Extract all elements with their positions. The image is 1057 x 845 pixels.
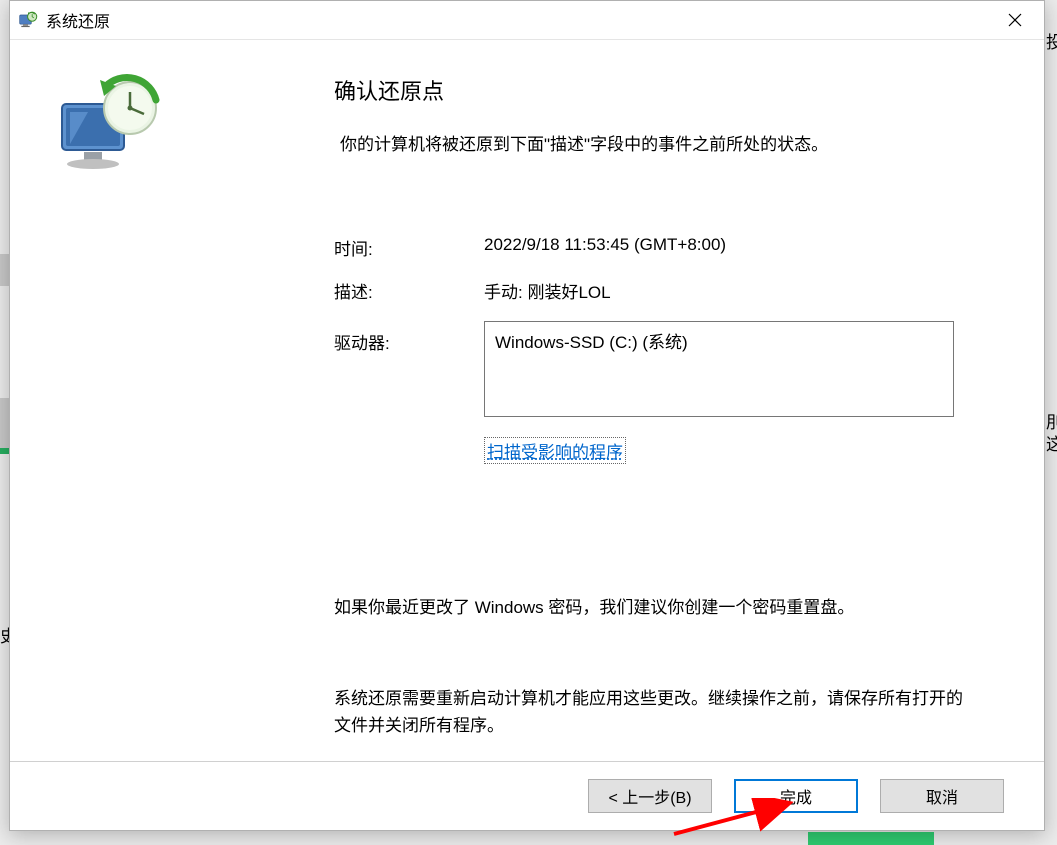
restart-warning-text: 系统还原需要重新启动计算机才能应用这些更改。继续操作之前，请保存所有打开的文件并… bbox=[334, 685, 988, 739]
time-value: 2022/9/18 11:53:45 (GMT+8:00) bbox=[484, 235, 988, 260]
wizard-content: 确认还原点 你的计算机将被还原到下面"描述"字段中的事件之前所处的状态。 时间:… bbox=[206, 40, 1044, 761]
page-intro-text: 你的计算机将被还原到下面"描述"字段中的事件之前所处的状态。 bbox=[334, 130, 988, 155]
password-hint-text: 如果你最近更改了 Windows 密码，我们建议你创建一个密码重置盘。 bbox=[334, 594, 988, 621]
restore-illustration-icon bbox=[48, 70, 168, 190]
wizard-footer: < 上一步(B) 完成 取消 bbox=[10, 761, 1044, 830]
page-heading: 确认还原点 bbox=[334, 74, 988, 106]
description-label: 描述: bbox=[334, 278, 484, 303]
system-restore-icon bbox=[18, 10, 38, 30]
titlebar: 系统还原 bbox=[10, 1, 1044, 40]
window-title: 系统还原 bbox=[46, 8, 992, 32]
drive-item[interactable]: Windows-SSD (C:) (系统) bbox=[495, 328, 943, 353]
wizard-sidebar bbox=[10, 40, 206, 761]
finish-button[interactable]: 完成 bbox=[734, 779, 858, 813]
cancel-button[interactable]: 取消 bbox=[880, 779, 1004, 813]
drives-listbox[interactable]: Windows-SSD (C:) (系统) bbox=[484, 321, 954, 417]
description-value: 手动: 刚装好LOL bbox=[484, 278, 988, 303]
back-button[interactable]: < 上一步(B) bbox=[588, 779, 712, 813]
close-button[interactable] bbox=[992, 4, 1038, 36]
drives-label: 驱动器: bbox=[334, 321, 484, 417]
scan-affected-programs-link[interactable]: 扫描受影响的程序 bbox=[484, 437, 626, 464]
time-label: 时间: bbox=[334, 235, 484, 260]
system-restore-wizard-window: 系统还原 bbox=[9, 0, 1045, 831]
